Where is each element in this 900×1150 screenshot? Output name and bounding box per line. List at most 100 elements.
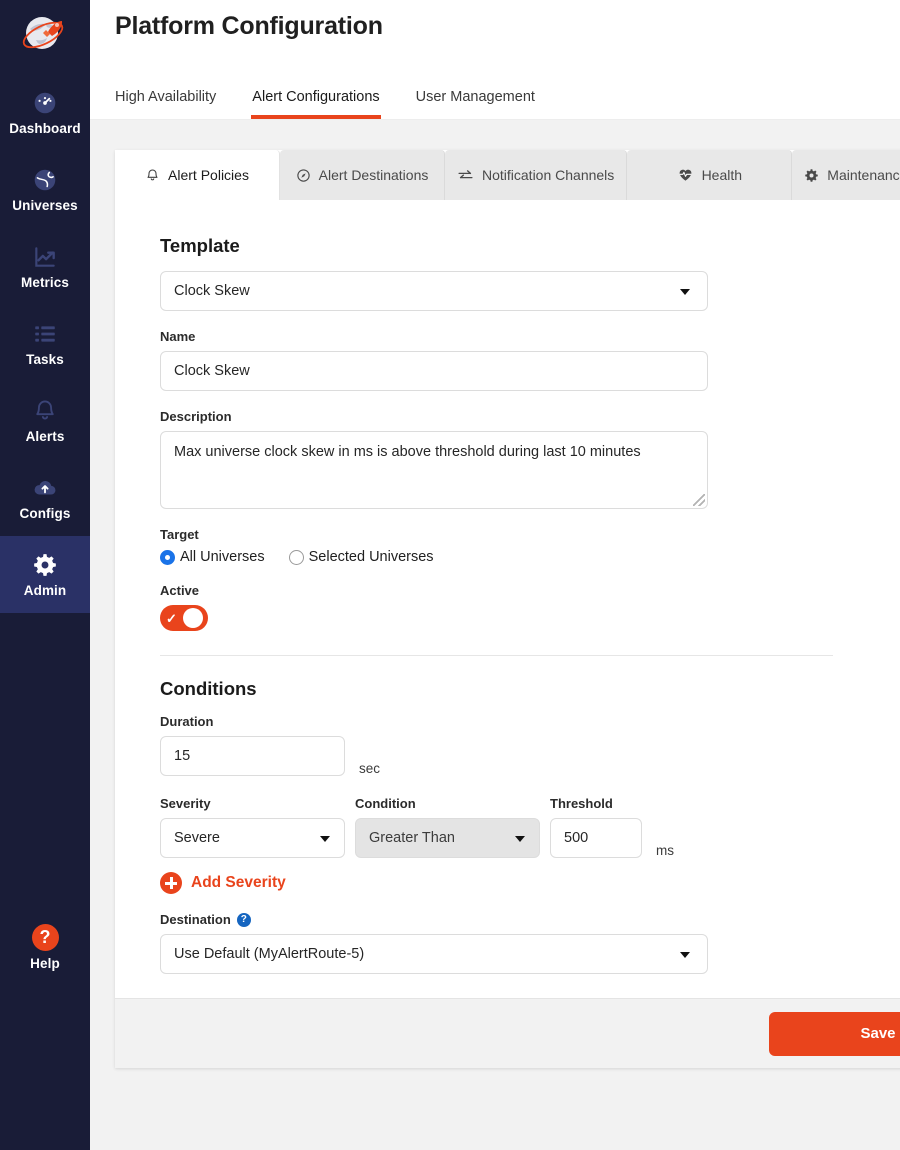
threshold-label: Threshold — [550, 796, 613, 811]
add-severity-label: Add Severity — [191, 874, 286, 891]
conditions-section-title: Conditions — [160, 678, 257, 699]
radio-label: Selected Universes — [308, 549, 434, 565]
heartbeat-icon — [679, 169, 691, 181]
bell-icon — [36, 400, 54, 420]
active-label: Active — [160, 583, 200, 598]
subtab-label: Maintenance Windows — [827, 166, 900, 183]
sidebar-item-alerts[interactable]: Alerts — [0, 382, 90, 459]
target-radio-group: All Universes Selected Universes — [160, 549, 900, 565]
list-icon — [35, 326, 55, 342]
active-field: Active ✓ — [160, 583, 900, 631]
duration-field: Duration 15 sec — [160, 714, 900, 776]
subtab-notification-channels[interactable]: Notification Channels — [445, 150, 628, 200]
severity-condition-threshold-row: Severity Severe Condition Greater Than T… — [160, 796, 900, 858]
radio-selected-universes[interactable]: Selected Universes — [288, 549, 434, 565]
radio-all-universes[interactable]: All Universes — [160, 549, 265, 565]
threshold-input[interactable]: 500 — [550, 818, 642, 858]
active-toggle[interactable]: ✓ — [160, 605, 208, 631]
destination-value: Use Default (MyAlertRoute-5) — [174, 946, 365, 962]
duration-unit: sec — [359, 761, 381, 776]
secondary-tabs: Alert Policies Alert Destinations Notifi… — [115, 150, 900, 200]
description-field: Description Max universe clock skew in m… — [160, 409, 900, 509]
threshold-unit: ms — [656, 843, 674, 858]
description-value: Max universe clock skew in ms is above t… — [174, 444, 641, 460]
duration-value: 15 — [174, 748, 191, 764]
subtab-label: Health — [701, 166, 743, 183]
sidebar-item-admin[interactable]: Admin — [0, 536, 90, 613]
radio-label: All Universes — [180, 549, 265, 565]
target-icon — [296, 168, 310, 182]
sidebar-item-label: Metrics — [21, 274, 69, 290]
sidebar-item-label: Universes — [12, 197, 78, 213]
transfer-arrows-icon — [458, 169, 473, 178]
subtab-alert-destinations[interactable]: Alert Destinations — [280, 150, 445, 200]
alert-policy-form: Template Clock Skew Name Clock Skew Desc… — [115, 200, 900, 998]
sidebar-item-metrics[interactable]: Metrics — [0, 228, 90, 305]
name-input[interactable]: Clock Skew — [160, 351, 708, 391]
bell-icon — [147, 168, 158, 180]
subtab-label: Alert Destinations — [318, 166, 429, 183]
sidebar-nav: Dashboard Universes Metrics Tasks Alerts… — [0, 74, 90, 613]
sidebar-help-label: Help — [30, 955, 60, 971]
radio-indicator-selected-icon — [160, 549, 175, 565]
tab-high-availability[interactable]: High Availability — [115, 89, 216, 119]
subtab-alert-policies[interactable]: Alert Policies — [115, 150, 280, 200]
condition-select[interactable]: Greater Than — [355, 818, 540, 858]
threshold-field: Threshold 500 ms — [550, 796, 674, 858]
primary-tabs: High Availability Alert Configurations U… — [115, 89, 571, 119]
question-mark-icon[interactable]: ? — [236, 912, 251, 927]
toggle-knob — [183, 608, 203, 628]
severity-value: Severe — [174, 830, 220, 846]
sidebar-item-configs[interactable]: Configs — [0, 459, 90, 536]
name-label: Name — [160, 329, 196, 344]
page-title: Platform Configuration — [115, 12, 383, 40]
gear-icon — [805, 168, 819, 182]
duration-input[interactable]: 15 — [160, 736, 345, 776]
sidebar-item-tasks[interactable]: Tasks — [0, 305, 90, 382]
app-logo[interactable] — [0, 2, 90, 64]
threshold-row: 500 ms — [550, 818, 674, 858]
sidebar-item-help[interactable]: ? Help — [0, 923, 90, 971]
subtab-label: Alert Policies — [168, 166, 249, 183]
destination-label-row: Destination ? — [160, 912, 900, 927]
subtab-health[interactable]: Health — [627, 150, 793, 200]
chart-line-icon — [35, 247, 55, 267]
resize-handle-icon[interactable] — [693, 494, 705, 506]
severity-label: Severity — [160, 796, 211, 811]
subtab-maintenance-windows[interactable]: Maintenance Windows — [792, 150, 900, 200]
description-textarea[interactable]: Max universe clock skew in ms is above t… — [160, 431, 708, 509]
condition-label: Condition — [355, 796, 416, 811]
template-field: Clock Skew — [160, 271, 900, 311]
tab-user-management[interactable]: User Management — [416, 89, 535, 119]
save-button[interactable]: Save — [769, 1011, 900, 1056]
main-content: Platform Configuration High Availability… — [90, 0, 900, 1150]
plus-icon — [160, 872, 182, 894]
name-field: Name Clock Skew — [160, 329, 900, 391]
alert-config-card: Alert Policies Alert Destinations Notifi… — [115, 150, 900, 1068]
sidebar-item-label: Tasks — [26, 351, 64, 367]
target-label: Target — [160, 527, 199, 542]
description-label: Description — [160, 409, 232, 424]
sidebar-item-label: Configs — [19, 505, 71, 521]
template-section-title: Template — [160, 235, 240, 256]
subtab-label: Notification Channels — [482, 166, 615, 183]
sidebar-item-label: Dashboard — [9, 120, 81, 136]
severity-field: Severity Severe — [160, 796, 345, 858]
sidebar: Dashboard Universes Metrics Tasks Alerts… — [0, 0, 90, 1150]
template-select-value: Clock Skew — [174, 283, 250, 299]
sidebar-item-dashboard[interactable]: Dashboard — [0, 74, 90, 151]
add-severity-button[interactable]: Add Severity — [160, 872, 286, 894]
destination-field: Destination ? Use Default (MyAlertRoute-… — [160, 912, 900, 974]
sidebar-item-label: Admin — [23, 582, 67, 598]
globe-icon — [34, 169, 56, 191]
tab-alert-configurations[interactable]: Alert Configurations — [251, 89, 381, 119]
condition-value: Greater Than — [369, 830, 455, 846]
severity-select[interactable]: Severe — [160, 818, 345, 858]
question-mark-icon: ? — [31, 923, 59, 951]
gear-icon — [34, 553, 56, 576]
sidebar-item-universes[interactable]: Universes — [0, 151, 90, 228]
threshold-value: 500 — [564, 830, 589, 846]
template-select[interactable]: Clock Skew — [160, 271, 708, 311]
section-divider — [160, 655, 833, 656]
destination-select[interactable]: Use Default (MyAlertRoute-5) — [160, 934, 708, 974]
